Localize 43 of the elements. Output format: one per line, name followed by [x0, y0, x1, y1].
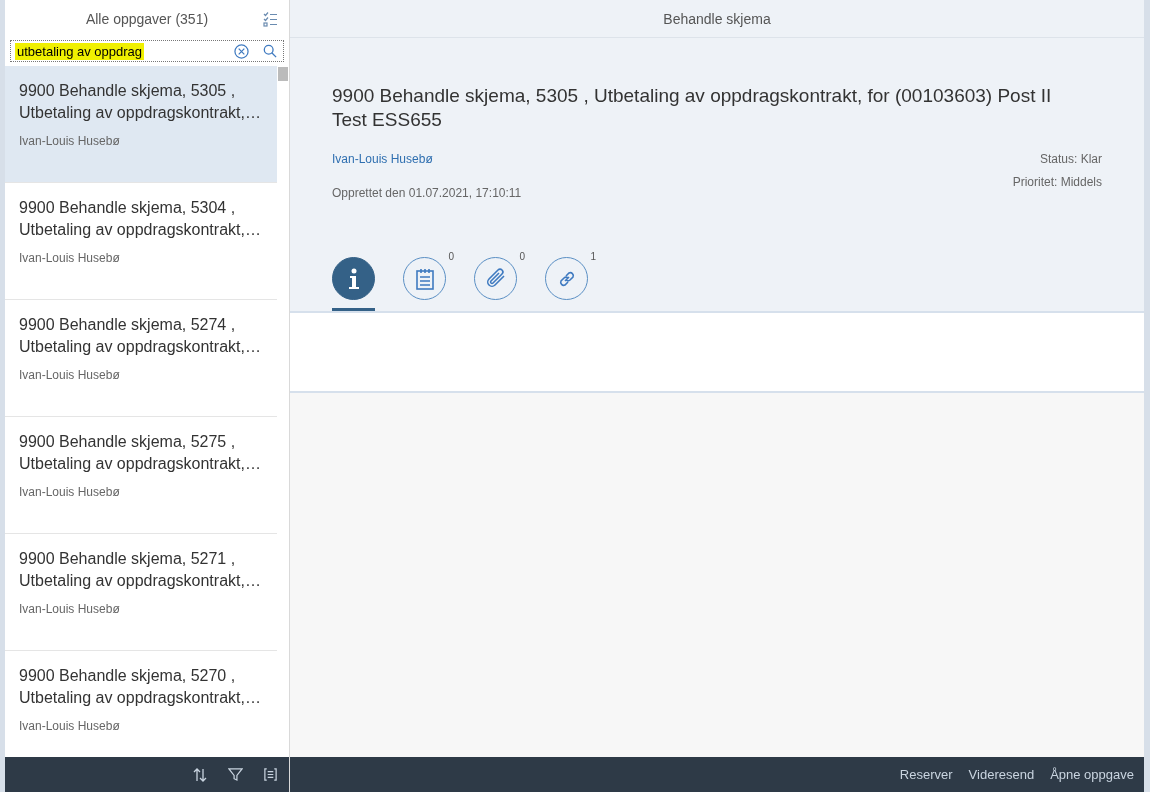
search-value: utbetaling av oppdrag: [15, 43, 145, 60]
footer-button[interactable]: Åpne oppgave: [1044, 763, 1140, 786]
icon-tab[interactable]: [332, 257, 375, 311]
task-title: 9900 Behandle skjema, 5275 , Utbetaling av oppdragskontrakt,…: [19, 432, 262, 474]
priority-text: Prioritet: Middels: [1012, 175, 1102, 189]
task-list-item[interactable]: 9900 Behandle skjema, 5271 , Utbetaling av oppdragskontrakt,… Ivan-Louis Husebø: [5, 534, 277, 651]
clear-icon[interactable]: [234, 43, 249, 59]
group-icon[interactable]: [263, 767, 278, 782]
created-date: Opprettet den 01.07.2021, 17:10:11: [332, 186, 523, 200]
task-list-item[interactable]: 9900 Behandle skjema, 5274 , Utbetaling av oppdragskontrakt,… Ivan-Louis Husebø: [5, 300, 277, 417]
task-owner: Ivan-Louis Husebø: [19, 719, 121, 733]
multi-select-icon[interactable]: [263, 11, 277, 27]
sort-icon[interactable]: [192, 766, 208, 783]
task-owner: Ivan-Louis Husebø: [19, 134, 121, 148]
task-owner: Ivan-Louis Husebø: [19, 602, 121, 616]
task-title: 9900 Behandle skjema, 5305 , Utbetaling av oppdragskontrakt,…: [19, 81, 262, 123]
owner-link[interactable]: Ivan-Louis Husebø: [332, 152, 433, 189]
search-icon[interactable]: [263, 44, 277, 58]
task-list-item[interactable]: 9900 Behandle skjema, 5304 , Utbetaling av oppdragskontrakt,… Ivan-Louis Husebø: [5, 183, 277, 300]
footer-button[interactable]: Videresend: [962, 763, 1041, 786]
task-owner: Ivan-Louis Husebø: [19, 485, 121, 499]
footer-button[interactable]: Reserver: [893, 763, 959, 786]
info-icon: [346, 267, 361, 290]
scrollbar-thumb[interactable]: [278, 67, 288, 81]
list-title: Alle oppgaver (351): [85, 10, 209, 27]
status-text: Status: Klar: [1039, 152, 1102, 166]
search-field[interactable]: utbetaling av oppdrag: [10, 40, 284, 62]
filter-icon[interactable]: [228, 767, 243, 782]
paperclip-icon: [484, 267, 507, 290]
tab-count: 1: [590, 251, 596, 262]
tab-count: 0: [448, 251, 454, 262]
tab-count: 0: [519, 251, 525, 262]
task-title: 9900 Behandle skjema, 5274 , Utbetaling av oppdragskontrakt,…: [19, 315, 262, 357]
task-heading: 9900 Behandle skjema, 5305 , Utbetaling av oppdragskontrakt, for (00103603) Post II Test ESS655: [332, 84, 1053, 132]
task-owner: Ivan-Louis Husebø: [19, 251, 121, 265]
page-title: Behandle skjema: [663, 10, 771, 27]
task-title: 9900 Behandle skjema, 5271 , Utbetaling av oppdragskontrakt,…: [19, 549, 262, 591]
task-list-item[interactable]: 9900 Behandle skjema, 5275 , Utbetaling av oppdragskontrakt,… Ivan-Louis Husebø: [5, 417, 277, 534]
task-owner: Ivan-Louis Husebø: [19, 368, 121, 382]
notepad-icon: [415, 267, 434, 290]
task-title: 9900 Behandle skjema, 5270 , Utbetaling av oppdragskontrakt,…: [19, 666, 262, 708]
task-list-item[interactable]: 9900 Behandle skjema, 5305 , Utbetaling av oppdragskontrakt,… Ivan-Louis Husebø: [5, 66, 277, 183]
task-title: 9900 Behandle skjema, 5304 , Utbetaling av oppdragskontrakt,…: [19, 198, 262, 240]
